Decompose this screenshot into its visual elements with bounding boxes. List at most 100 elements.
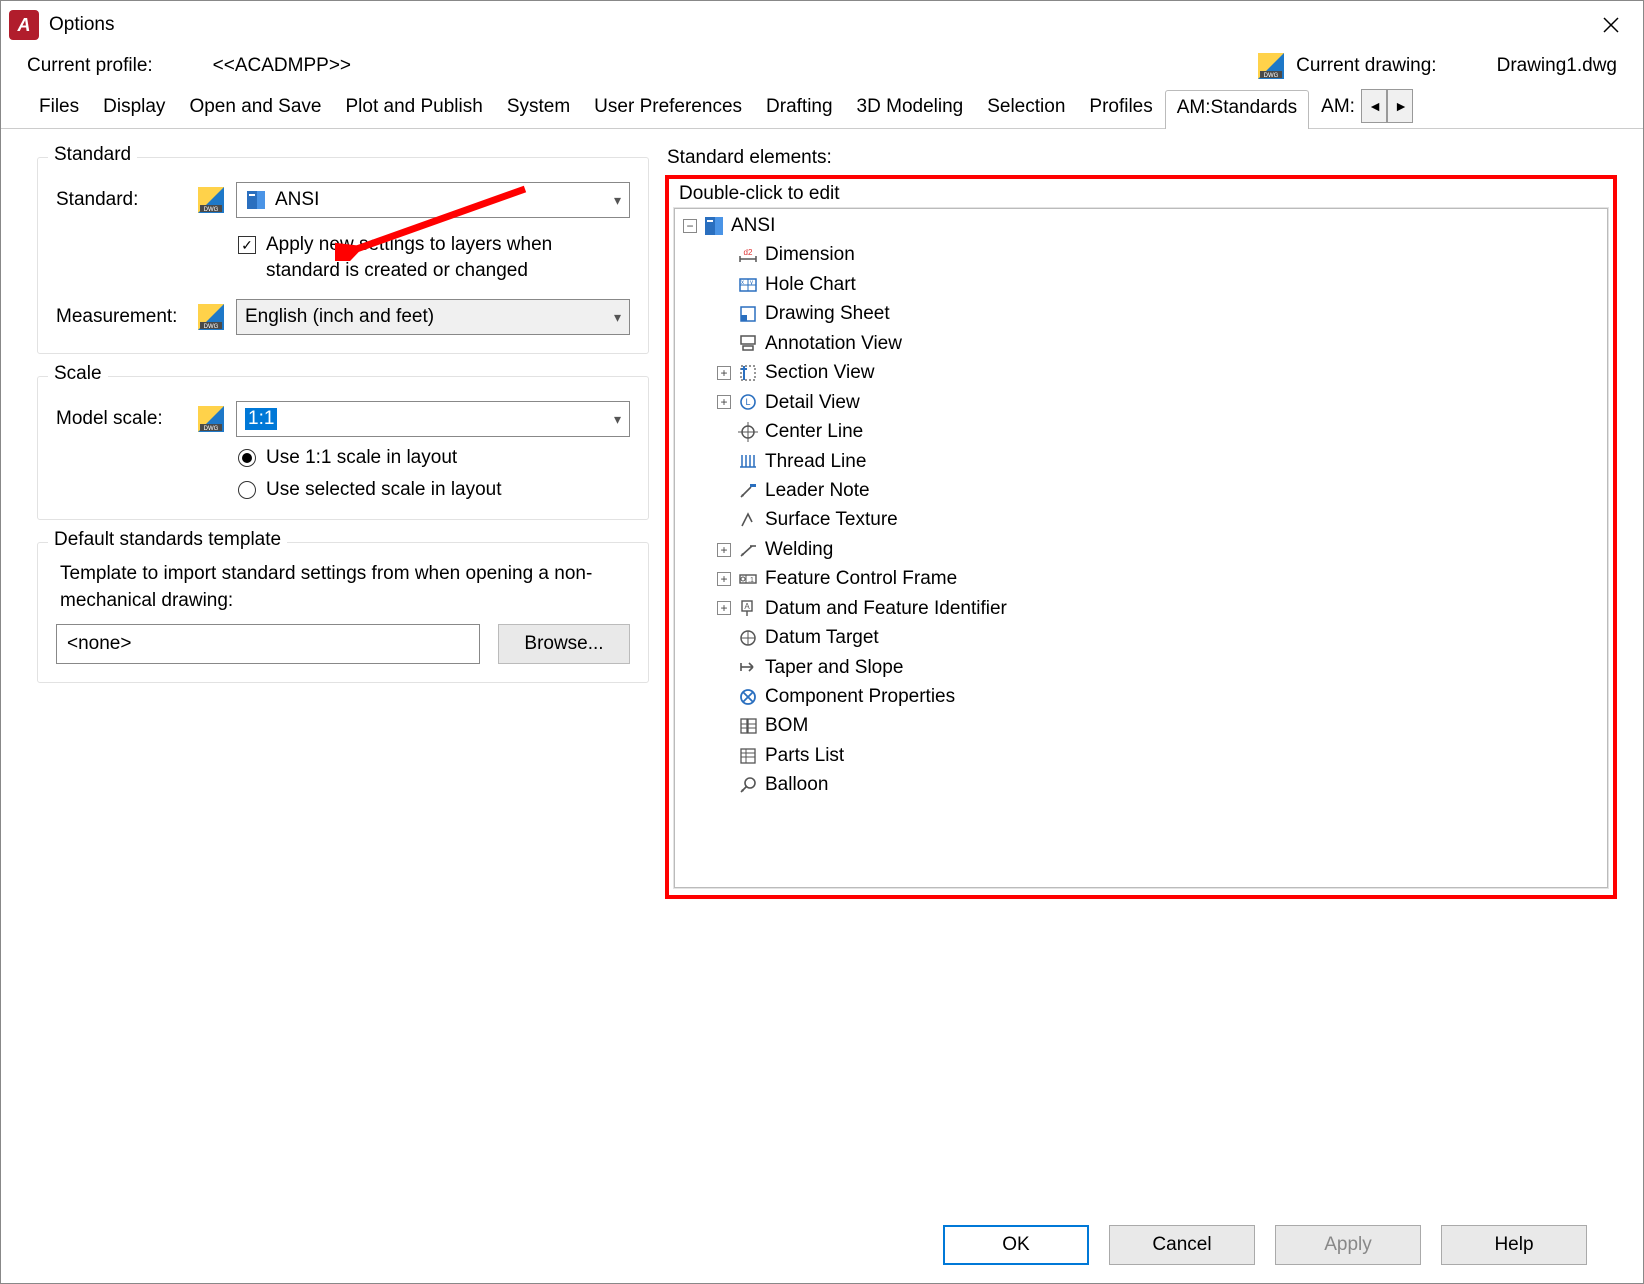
svg-text:A: A [744,602,750,611]
balloon-icon [737,774,759,796]
expand-icon[interactable]: + [717,395,731,409]
collapse-icon[interactable]: − [683,219,697,233]
scale-radio-selected[interactable] [238,481,256,499]
current-profile-value: <<ACADMPP>> [213,55,351,77]
threadline-icon [737,450,759,472]
surfacetexture-icon [737,509,759,531]
tree-item[interactable]: +LDetail View [717,388,1607,417]
book-icon [703,215,725,237]
expand-icon[interactable]: + [717,601,731,615]
scale-radio-selected-label: Use selected scale in layout [266,479,502,501]
template-group-legend: Default standards template [48,529,287,551]
svg-text:L: L [745,397,750,407]
sectionview-icon [737,362,759,384]
holechart-icon: xy [737,274,759,296]
apply-button[interactable]: Apply [1275,1225,1421,1265]
scale-group-legend: Scale [48,363,108,385]
welding-icon [737,539,759,561]
tree-item[interactable]: Parts List [717,741,1607,770]
tab-scroll-next[interactable]: ► [1387,89,1413,123]
standard-combo[interactable]: ANSI ▾ [236,182,630,218]
template-input[interactable]: <none> [56,624,480,664]
dimension-icon: d2 [737,244,759,266]
tree-item[interactable]: Taper and Slope [717,653,1607,682]
tab-3d-modeling[interactable]: 3D Modeling [845,89,976,128]
current-drawing-label: Current drawing: [1296,55,1436,77]
tree-item[interactable]: Annotation View [717,329,1607,358]
tree-item[interactable]: Thread Line [717,447,1607,476]
tree-item[interactable]: Component Properties [717,682,1607,711]
cancel-button[interactable]: Cancel [1109,1225,1255,1265]
dialog-footer: OK Cancel Apply Help [943,1225,1587,1265]
chevron-down-icon: ▾ [614,309,621,326]
tree-spacer [717,749,731,763]
tree-item-label: Section View [765,358,875,387]
tree-item-label: Taper and Slope [765,653,903,682]
tree-item[interactable]: + Welding [717,535,1607,564]
app-icon: A [9,10,39,40]
componentprops-icon [737,686,759,708]
chevron-down-icon: ▾ [614,192,621,209]
tab-system[interactable]: System [495,89,582,128]
tab-scroll-prev[interactable]: ◄ [1361,89,1387,123]
tree-item[interactable]: +.1Feature Control Frame [717,564,1607,593]
model-scale-label: Model scale: [56,408,186,430]
apply-layers-checkbox[interactable]: ✓ [238,236,256,254]
current-profile-label: Current profile: [27,55,153,77]
standard-elements-tree[interactable]: − ANSI d2Dimension xy Hole ChartDrawing Sh… [674,208,1608,888]
tab-display[interactable]: Display [91,89,177,128]
tree-item-label: Surface Texture [765,505,898,534]
tree-spacer [717,248,731,262]
expand-icon[interactable]: + [717,572,731,586]
scale-radio-1to1[interactable] [238,449,256,467]
tree-item-label: Feature Control Frame [765,564,957,593]
tree-item[interactable]: Center Line [717,417,1607,446]
tree-item[interactable]: Datum Target [717,623,1607,652]
tree-item[interactable]: d2Dimension [717,240,1607,269]
tree-item-label: Welding [765,535,833,564]
book-icon [245,189,267,211]
tab-selection[interactable]: Selection [975,89,1077,128]
measurement-combo[interactable]: English (inch and feet) ▾ [236,299,630,335]
tree-item[interactable]: + Section View [717,358,1607,387]
dwg-icon: DWG [198,304,224,330]
tab-am-standards[interactable]: AM:Standards [1165,90,1309,129]
tree-item-label: Datum and Feature Identifier [765,594,1007,623]
tab-profiles[interactable]: Profiles [1077,89,1164,128]
expand-icon[interactable]: + [717,366,731,380]
tab-user-preferences[interactable]: User Preferences [582,89,754,128]
tree-item[interactable]: Balloon [717,770,1607,799]
scale-group: Scale Model scale: DWG 1:1 ▾ Use 1:1 sca… [37,376,649,520]
tree-item-label: Hole Chart [765,270,856,299]
tabs: FilesDisplayOpen and SavePlot and Publis… [1,89,1643,129]
tree-item[interactable]: + A Datum and Feature Identifier [717,594,1607,623]
tree-item[interactable]: Drawing Sheet [717,299,1607,328]
ok-button[interactable]: OK [943,1225,1089,1265]
tab-am-[interactable]: AM: [1309,89,1357,128]
svg-text:DWG: DWG [204,324,219,330]
close-button[interactable] [1587,1,1635,49]
current-drawing-value: Drawing1.dwg [1497,55,1617,77]
tab-drafting[interactable]: Drafting [754,89,845,128]
apply-layers-label: Apply new settings to layers when standa… [266,232,630,283]
tab-plot-and-publish[interactable]: Plot and Publish [333,89,494,128]
help-button[interactable]: Help [1441,1225,1587,1265]
expand-icon[interactable]: + [717,543,731,557]
tree-item[interactable]: Leader Note [717,476,1607,505]
tab-open-and-save[interactable]: Open and Save [177,89,333,128]
tab-files[interactable]: Files [27,89,91,128]
tree-item-label: Datum Target [765,623,879,652]
measurement-label: Measurement: [56,306,186,328]
datumid-icon: A [737,597,759,619]
svg-text:y: y [750,280,753,286]
double-click-hint: Double-click to edit [673,181,1609,207]
tree-root-node[interactable]: − ANSI [683,211,1607,240]
tree-item[interactable]: BOM [717,711,1607,740]
browse-button[interactable]: Browse... [498,624,630,664]
tree-item[interactable]: Surface Texture [717,505,1607,534]
chevron-down-icon: ▾ [614,411,621,428]
tree-item-label: Center Line [765,417,863,446]
leadernote-icon [737,480,759,502]
model-scale-combo[interactable]: 1:1 ▾ [236,401,630,437]
tree-item[interactable]: xy Hole Chart [717,270,1607,299]
